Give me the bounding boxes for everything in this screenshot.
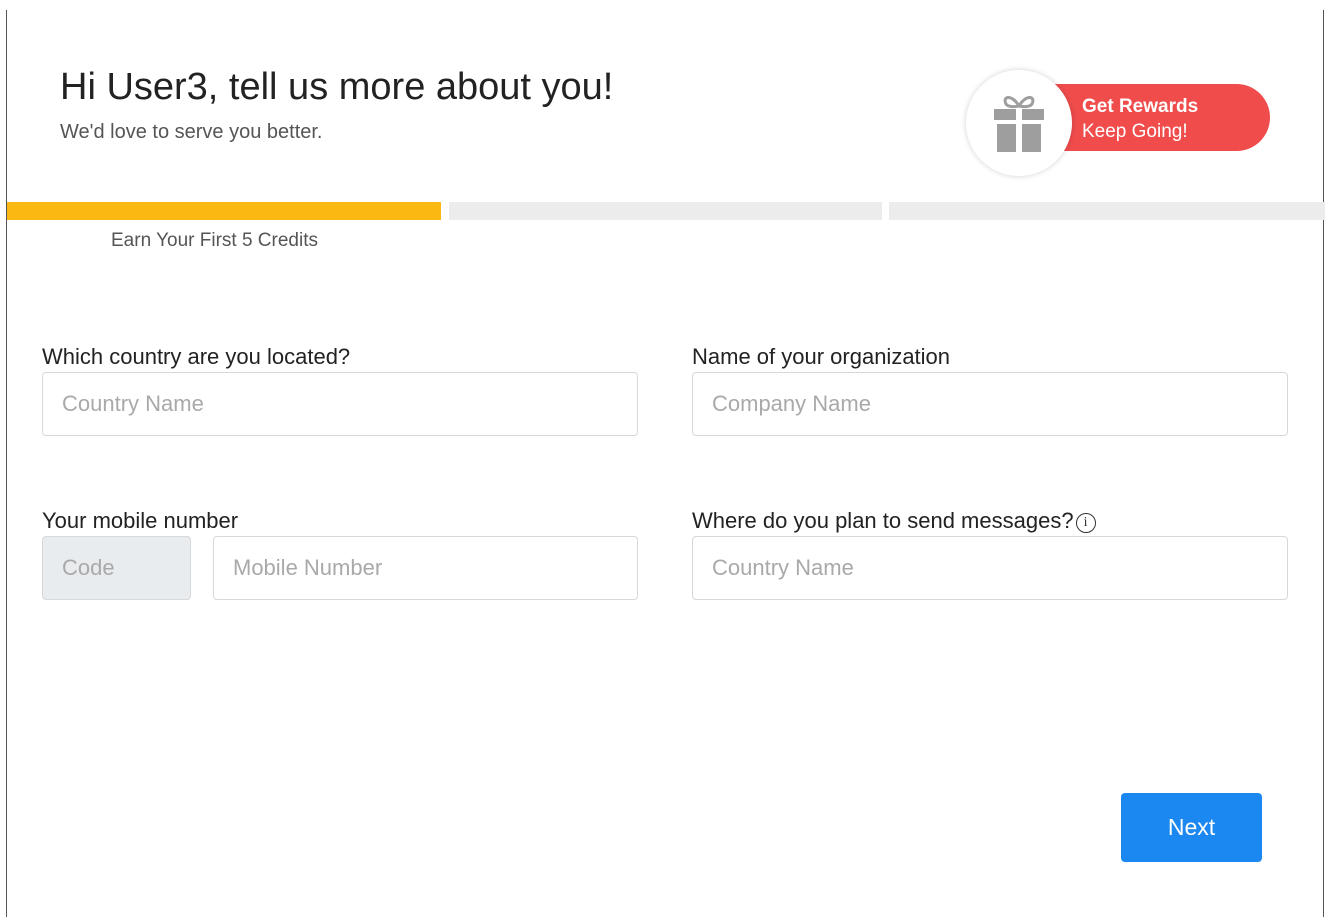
- rewards-icon-circle[interactable]: [966, 70, 1072, 176]
- organization-label: Name of your organization: [692, 344, 951, 369]
- progress-step-3: [889, 202, 1325, 220]
- country-label: Which country are you located?: [42, 344, 351, 369]
- progress-label: Earn Your First 5 Credits: [111, 230, 318, 251]
- window-right-edge: [1323, 10, 1324, 917]
- rewards-title: Get Rewards: [1082, 96, 1199, 117]
- page-subtitle: We'd love to serve you better.: [60, 121, 323, 143]
- rewards-subtitle: Keep Going!: [1082, 121, 1188, 142]
- next-button[interactable]: Next: [1121, 793, 1262, 862]
- progress-step-1: [7, 202, 441, 220]
- mobile-number-input[interactable]: [213, 536, 638, 600]
- destination-country-input[interactable]: [692, 536, 1288, 600]
- country-input[interactable]: [42, 372, 638, 436]
- destination-label: Where do you plan to send messages?: [692, 508, 1074, 533]
- window-left-edge: [6, 10, 7, 917]
- rewards-text[interactable]: Get Rewards Keep Going!: [1082, 94, 1198, 144]
- info-icon[interactable]: i: [1075, 513, 1096, 533]
- organization-input[interactable]: [692, 372, 1288, 436]
- progress-bar: [7, 202, 1325, 220]
- gift-icon: [994, 96, 1044, 152]
- page-title: Hi User3, tell us more about you!: [60, 66, 614, 108]
- progress-step-2: [449, 202, 882, 220]
- destination-label-row: Where do you plan to send messages? i: [692, 508, 1096, 534]
- signup-details-page: Hi User3, tell us more about you! We'd l…: [0, 0, 1326, 917]
- country-code-input[interactable]: [42, 536, 191, 600]
- mobile-label: Your mobile number: [42, 508, 239, 533]
